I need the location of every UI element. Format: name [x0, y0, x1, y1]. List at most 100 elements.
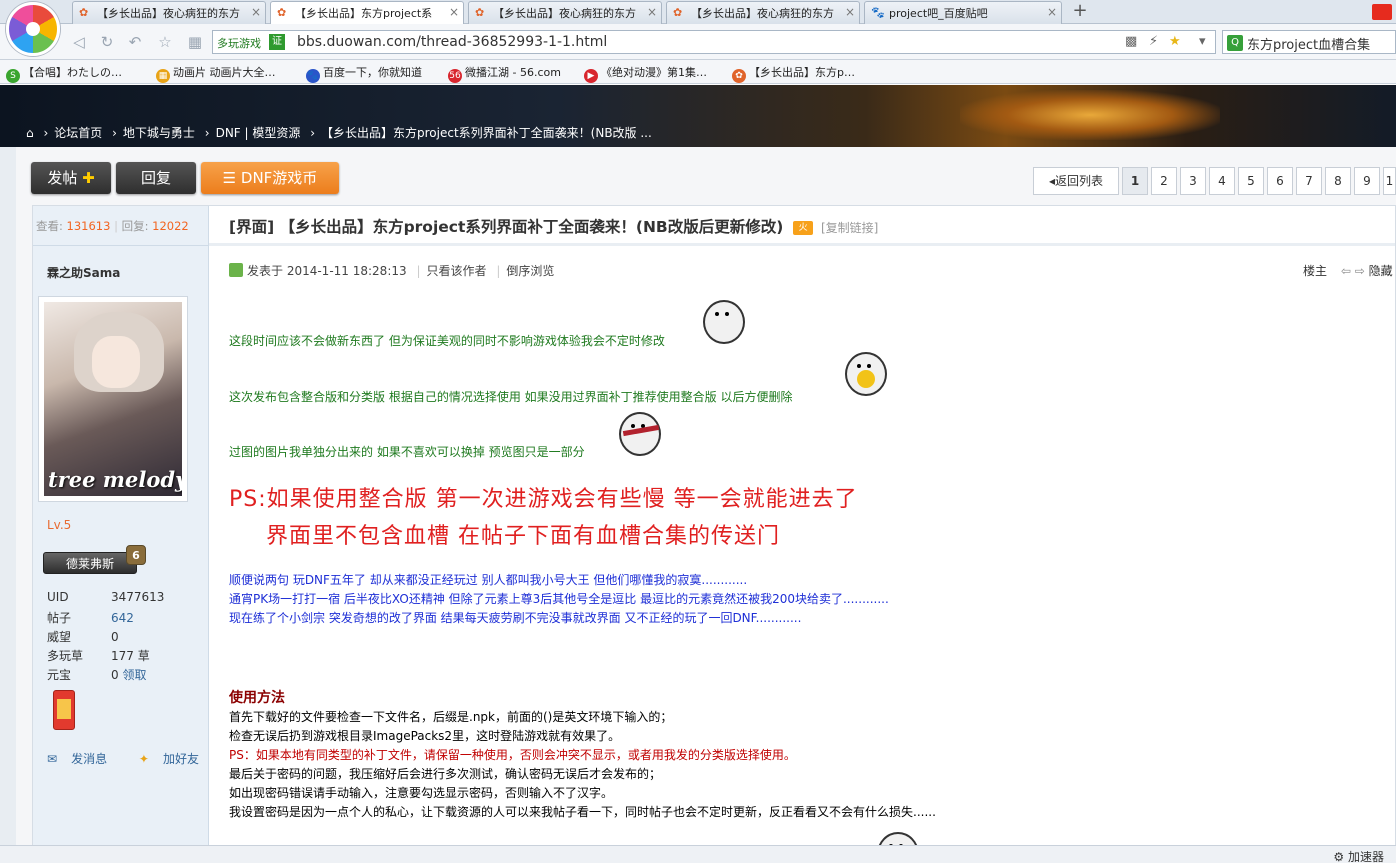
field-value[interactable]: 642: [111, 611, 134, 625]
search-engine-icon[interactable]: Q: [1227, 35, 1243, 51]
hide-link[interactable]: 隐藏: [1369, 264, 1393, 278]
page-link[interactable]: 4: [1209, 167, 1235, 195]
new-post-button[interactable]: 发帖 ✚: [31, 162, 111, 194]
breadcrumb: ⌂ › 论坛首页 › 地下城与勇士 › DNF | 模型资源 › 【乡长出品】东方pro…: [26, 124, 658, 141]
undo-icon[interactable]: ↶: [126, 33, 144, 51]
breadcrumb-item[interactable]: 论坛首页: [54, 126, 102, 140]
browser-logo[interactable]: [6, 2, 60, 56]
envelope-icon: ✉: [47, 752, 58, 766]
msg-label: 发消息: [71, 752, 108, 766]
lightning-icon[interactable]: ⚡: [1149, 34, 1158, 49]
user-level: Lv.5: [47, 518, 72, 532]
mobile-phone-icon[interactable]: [53, 690, 75, 730]
rank-name: 德莱弗斯: [65, 557, 114, 571]
field-key: 威望: [47, 630, 72, 644]
page-link[interactable]: 6: [1267, 167, 1293, 195]
bookmark-item[interactable]: ▦ 动画片 动画片大全…: [156, 64, 276, 83]
author-sidebar: 查看: 131613 | 回复: 12022 霖之助Sama tree melo…: [33, 206, 209, 845]
search-box[interactable]: Q 东方project血槽合集: [1222, 30, 1396, 54]
field-key: 元宝: [47, 668, 72, 682]
thread-container: 发帖 ✚ 回复 ☰ DNF游戏币 ◂返回列表 1 2 3 4 5 6 7 8 9…: [16, 147, 1396, 845]
claim-link[interactable]: 领取: [122, 668, 146, 682]
tab-title: 【乡长出品】东方project系: [295, 7, 433, 20]
qr-icon[interactable]: ▩: [1125, 34, 1137, 49]
breadcrumb-item[interactable]: 【乡长出品】东方project系列界面补丁全面袭来！(NB改版 ...: [321, 126, 652, 140]
page-link[interactable]: 9: [1354, 167, 1380, 195]
page-link[interactable]: 5: [1238, 167, 1264, 195]
bookmark-item[interactable]: 🐾 百度一下，你就知道: [306, 64, 422, 83]
page-link-current[interactable]: 1: [1122, 167, 1148, 195]
close-icon[interactable]: ×: [845, 5, 855, 19]
new-tab-button[interactable]: +: [1068, 1, 1092, 23]
duowan-icon: ✿: [673, 6, 683, 19]
favorite-star-icon[interactable]: ★: [1169, 34, 1181, 49]
bookmark-label: 【乡长出品】东方p…: [749, 66, 855, 79]
post-line: 现在练了个小剑宗 突发奇想的改了界面 结果每天疲劳刷不完没事就改界面 又不正经的…: [229, 611, 802, 625]
only-author-link[interactable]: 只看该作者: [427, 264, 487, 278]
back-to-list-button[interactable]: ◂返回列表: [1033, 167, 1119, 195]
avatar-image: tree melody: [44, 302, 182, 496]
bookmark-item[interactable]: 56 微播江湖 - 56.com: [448, 64, 561, 83]
page-viewport: ⌂ › 论坛首页 › 地下城与勇士 › DNF | 模型资源 › 【乡长出品】东方pro…: [0, 85, 1396, 845]
prev-icon[interactable]: ⇦: [1341, 264, 1351, 278]
close-icon[interactable]: ×: [251, 5, 261, 19]
bookmark-item[interactable]: ✿ 【乡长出品】东方p…: [732, 64, 855, 83]
page-link[interactable]: 1: [1383, 167, 1396, 195]
status-bar: ⚙ 加速器: [0, 845, 1396, 865]
browser-tab[interactable]: 🐾 project吧_百度贴吧 ×: [864, 1, 1062, 24]
field-value: 0: [111, 630, 119, 644]
window-flag-icon: [1372, 4, 1392, 20]
chevron-right-icon: ›: [43, 126, 49, 140]
thread-title-bar: [界面] 【乡长出品】东方project系列界面补丁全面袭来！(NB改版后更新修…: [209, 206, 1395, 246]
browser-tab-active[interactable]: ✿ 【乡长出品】东方project系 ×: [270, 1, 464, 24]
search-input[interactable]: 东方project血槽合集: [1247, 34, 1370, 53]
home-icon[interactable]: ⌂: [26, 126, 34, 140]
close-icon[interactable]: ×: [1047, 5, 1057, 19]
tab-title: 【乡长出品】夜心病狂的东方: [493, 7, 636, 20]
dnf-coin-button[interactable]: ☰ DNF游戏币: [201, 162, 339, 194]
refresh-icon[interactable]: ↻: [98, 33, 116, 51]
page-link[interactable]: 7: [1296, 167, 1322, 195]
avatar-face: [92, 336, 140, 388]
send-message-link[interactable]: ✉ 发消息: [47, 752, 121, 766]
back-icon[interactable]: ◁: [70, 33, 88, 51]
thread-post: 查看: 131613 | 回复: 12022 霖之助Sama tree melo…: [32, 205, 1396, 845]
howto-line: 首先下载好的文件要检查一下文件名，后缀是.npk，前面的()是英文环境下输入的；: [229, 710, 673, 724]
user-field: UID 3477613: [47, 590, 197, 604]
author-name[interactable]: 霖之助Sama: [47, 264, 120, 281]
bookmark-item[interactable]: S 【合唱】わたしの…: [6, 64, 122, 83]
url-text[interactable]: bbs.duowan.com/thread-36852993-1-1.html: [297, 34, 607, 50]
cert-icon[interactable]: 证: [269, 34, 285, 50]
page-link[interactable]: 8: [1325, 167, 1351, 195]
grid-icon[interactable]: ▦: [186, 33, 204, 51]
copy-link[interactable]: [复制链接]: [821, 221, 878, 235]
rank-badge[interactable]: 德莱弗斯 6: [43, 545, 146, 574]
browser-tab[interactable]: ✿ 【乡长出品】夜心病狂的东方 ×: [468, 1, 662, 24]
add-friend-link[interactable]: ✦ 加好友: [139, 752, 213, 766]
chevron-down-icon[interactable]: ▾: [1199, 34, 1206, 49]
breadcrumb-item[interactable]: DNF | 模型资源: [216, 126, 301, 140]
field-value: 0: [111, 668, 119, 682]
star-icon[interactable]: ☆: [156, 33, 174, 51]
post-meta: 发表于 2014-1-11 18:28:13 | 只看该作者 | 倒序浏览: [229, 262, 554, 279]
page-link[interactable]: 2: [1151, 167, 1177, 195]
close-icon[interactable]: ×: [647, 5, 657, 19]
avatar[interactable]: tree melody: [38, 296, 188, 502]
reverse-order-link[interactable]: 倒序浏览: [506, 264, 554, 278]
accelerator-button[interactable]: ⚙ 加速器: [1333, 848, 1384, 865]
close-icon[interactable]: ×: [449, 5, 459, 19]
address-bar[interactable]: 多玩游戏 证 bbs.duowan.com/thread-36852993-1-…: [212, 30, 1216, 54]
reply-button[interactable]: 回复: [116, 162, 196, 194]
breadcrumb-item[interactable]: 地下城与勇士: [123, 126, 195, 140]
post-line: 通宵PK场一打打一宿 后半夜比XO还精神 但除了元素上尊3后其他号全是逗比 最逗…: [229, 592, 889, 606]
bookmark-item[interactable]: ▶ 《绝对动漫》第1集…: [584, 64, 707, 83]
avatar-caption: tree melody: [48, 467, 182, 492]
baidu-paw-icon: 🐾: [871, 6, 885, 19]
back-label: 返回列表: [1055, 174, 1104, 188]
bookmarks-bar: S 【合唱】わたしの… ▦ 动画片 动画片大全… 🐾 百度一下，你就知道 56 微播江湖…: [0, 60, 1396, 84]
page-link[interactable]: 3: [1180, 167, 1206, 195]
next-icon[interactable]: ⇨: [1355, 264, 1365, 278]
browser-tab[interactable]: ✿ 【乡长出品】夜心病狂的东方 ×: [666, 1, 860, 24]
field-key: 帖子: [47, 611, 72, 625]
browser-tab[interactable]: ✿ 【乡长出品】夜心病狂的东方 ×: [72, 1, 266, 24]
